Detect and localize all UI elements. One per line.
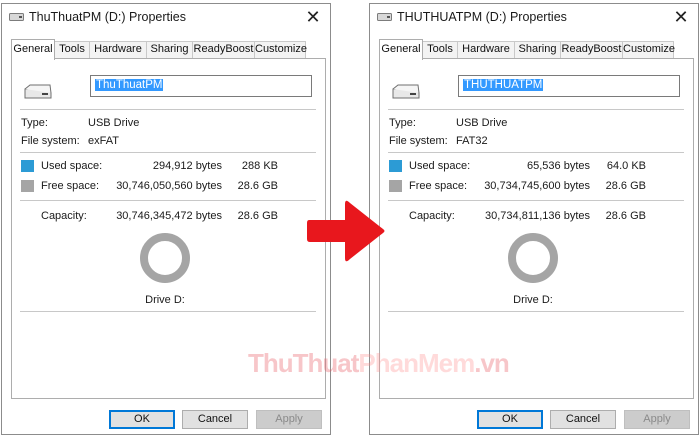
tab-general[interactable]: General	[379, 39, 423, 60]
divider	[388, 109, 684, 110]
tab-general[interactable]: General	[11, 39, 55, 60]
used-space-bytes: 294,912 bytes	[152, 160, 222, 172]
free-space-label: Free space:	[409, 180, 468, 192]
type-label: Type:	[21, 117, 48, 129]
type-value: USB Drive	[456, 117, 508, 129]
tab-strip: General Tools Hardware Sharing ReadyBoos…	[11, 39, 326, 60]
used-space-label: Used space:	[41, 160, 103, 172]
free-space-size: 28.6 GB	[605, 180, 646, 192]
drive-mini-icon	[377, 13, 392, 21]
divider	[20, 152, 316, 153]
free-space-size: 28.6 GB	[237, 180, 278, 192]
cancel-button[interactable]: Cancel	[550, 410, 616, 429]
title-bar: THUTHUATPM (D:) Properties ✕	[370, 4, 698, 31]
close-icon[interactable]: ✕	[670, 6, 692, 28]
used-space-swatch	[21, 160, 34, 172]
drive-label: Drive D:	[145, 294, 185, 306]
capacity-label: Capacity:	[409, 210, 455, 222]
usb-drive-icon	[392, 84, 420, 99]
volume-name-text: THUTHUATPM	[463, 79, 544, 91]
apply-button[interactable]: Apply	[256, 410, 322, 429]
tab-tools[interactable]: Tools	[422, 41, 458, 58]
title-bar: ThuThuatPM (D:) Properties ✕	[2, 4, 330, 31]
tab-readyboost[interactable]: ReadyBoost	[560, 41, 623, 58]
free-space-bytes: 30,746,050,560 bytes	[116, 180, 222, 192]
used-space-label: Used space:	[409, 160, 471, 172]
file-system-label: File system:	[389, 135, 448, 147]
watermark-part2: PhanMem	[358, 348, 475, 378]
type-value: USB Drive	[88, 117, 140, 129]
tab-customize[interactable]: Customize	[622, 41, 675, 58]
tab-sharing[interactable]: Sharing	[514, 41, 561, 58]
divider	[388, 311, 684, 312]
close-icon[interactable]: ✕	[302, 6, 324, 28]
tab-strip: General Tools Hardware Sharing ReadyBoos…	[379, 39, 694, 60]
free-space-swatch	[21, 180, 34, 192]
capacity-size: 28.6 GB	[237, 210, 278, 222]
divider	[20, 109, 316, 110]
capacity-donut-chart	[140, 233, 190, 283]
tab-hardware[interactable]: Hardware	[89, 41, 147, 58]
tab-sharing[interactable]: Sharing	[146, 41, 193, 58]
right-arrow-icon	[307, 200, 385, 262]
tab-readyboost[interactable]: ReadyBoost	[192, 41, 255, 58]
volume-name-input[interactable]: THUTHUATPM	[458, 75, 680, 97]
watermark-part3: .vn	[474, 348, 510, 378]
capacity-donut-chart	[508, 233, 558, 283]
capacity-bytes: 30,746,345,472 bytes	[116, 210, 222, 222]
tab-hardware[interactable]: Hardware	[457, 41, 515, 58]
used-space-size: 288 KB	[241, 160, 278, 172]
volume-name-input[interactable]: ThuThuatPM	[90, 75, 312, 97]
free-space-swatch	[389, 180, 402, 192]
volume-name-text: ThuThuatPM	[95, 79, 164, 91]
capacity-size: 28.6 GB	[605, 210, 646, 222]
tab-customize[interactable]: Customize	[254, 41, 307, 58]
capacity-bytes: 30,734,811,136 bytes	[485, 210, 590, 222]
type-label: Type:	[389, 117, 416, 129]
ok-button[interactable]: OK	[109, 410, 175, 429]
window-title: THUTHUATPM (D:) Properties	[397, 10, 567, 24]
drive-mini-icon	[9, 13, 24, 21]
divider	[20, 200, 316, 201]
file-system-label: File system:	[21, 135, 80, 147]
divider	[388, 200, 684, 201]
drive-label: Drive D:	[513, 294, 553, 306]
file-system-value: FAT32	[456, 135, 488, 147]
free-space-bytes: 30,734,745,600 bytes	[484, 180, 590, 192]
used-space-swatch	[389, 160, 402, 172]
divider	[20, 311, 316, 312]
ok-button[interactable]: OK	[477, 410, 543, 429]
used-space-size: 64.0 KB	[606, 160, 646, 172]
free-space-label: Free space:	[41, 180, 100, 192]
apply-button[interactable]: Apply	[624, 410, 690, 429]
cancel-button[interactable]: Cancel	[182, 410, 248, 429]
watermark-text: ThuThuatPhanMem.vn	[248, 348, 510, 379]
capacity-label: Capacity:	[41, 210, 87, 222]
file-system-value: exFAT	[88, 135, 119, 147]
tab-tools[interactable]: Tools	[54, 41, 90, 58]
window-title: ThuThuatPM (D:) Properties	[29, 10, 186, 24]
usb-drive-icon	[24, 84, 52, 99]
watermark-part1: ThuThuat	[248, 348, 359, 378]
used-space-bytes: 65,536 bytes	[527, 160, 590, 172]
divider	[388, 152, 684, 153]
